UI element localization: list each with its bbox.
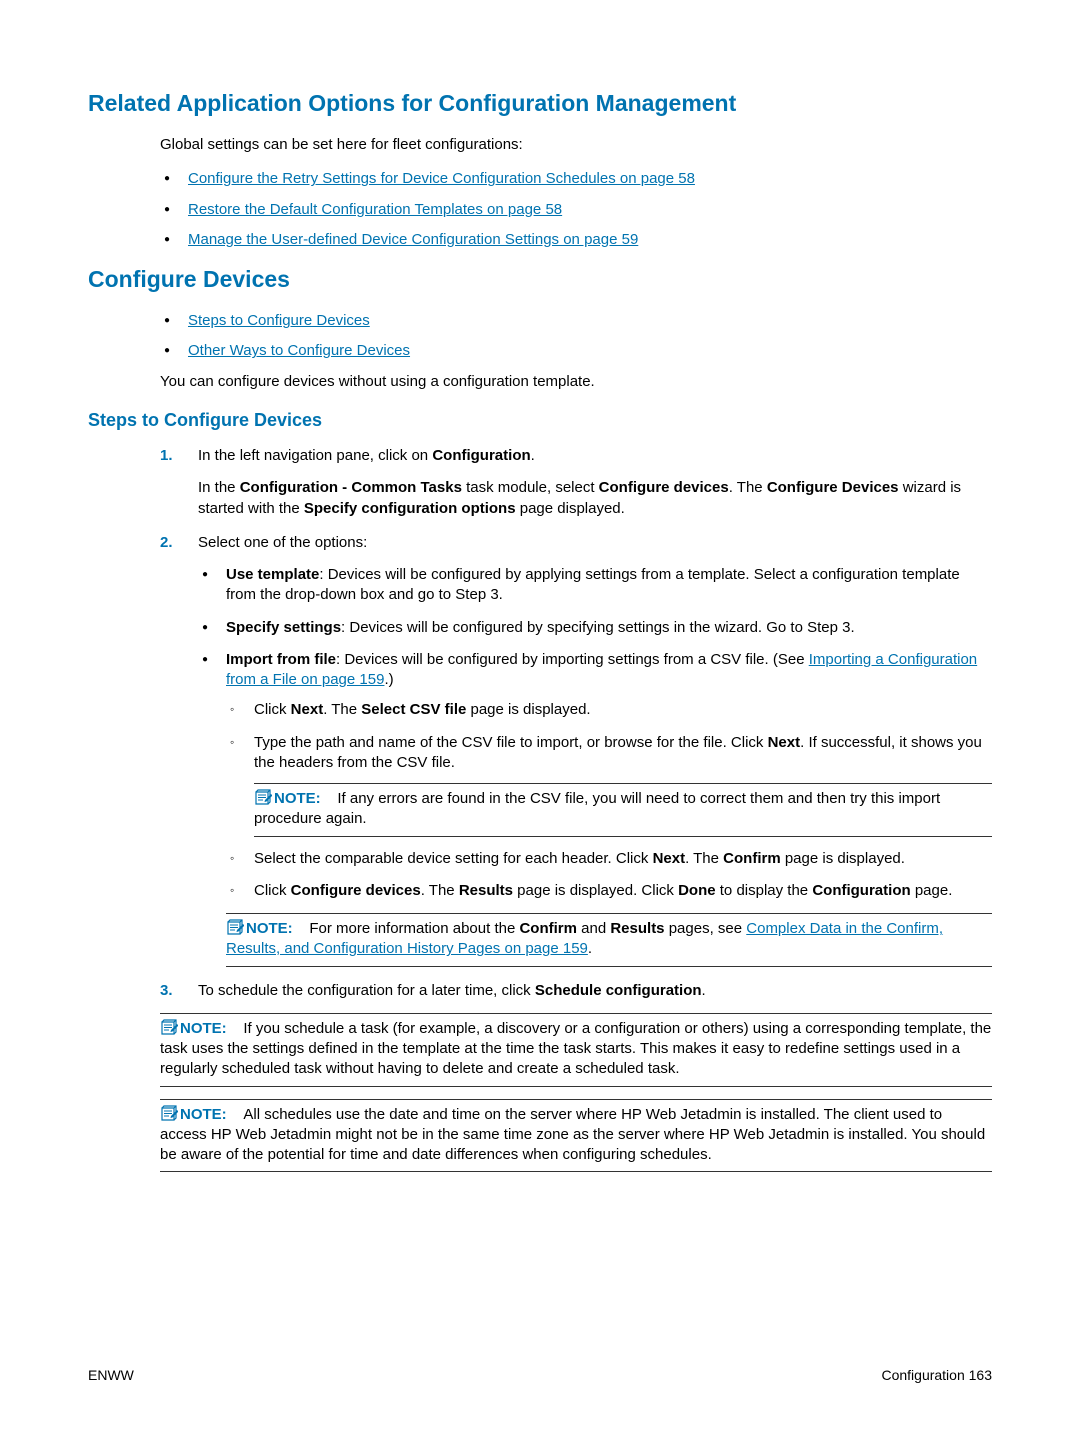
step2-options: Use template: Devices will be configured… (198, 565, 992, 967)
list-item: Manage the User-defined Device Configura… (160, 230, 992, 250)
section2-link-list: Steps to Configure Devices Other Ways to… (160, 311, 992, 362)
list-item: Configure the Retry Settings for Device … (160, 169, 992, 189)
heading-steps-to-configure: Steps to Configure Devices (88, 408, 992, 432)
note-confirm-results-info: NOTE: For more information about the Con… (226, 913, 992, 967)
substep-select-comparable: Select the comparable device setting for… (226, 849, 992, 869)
step-3: To schedule the configuration for a late… (160, 981, 992, 1173)
link-other-ways-to-configure[interactable]: Other Ways to Configure Devices (188, 342, 410, 359)
section3-body: In the left navigation pane, click on Co… (160, 446, 992, 1172)
note-csv-errors: NOTE: If any errors are found in the CSV… (254, 783, 992, 837)
heading-configure-devices: Configure Devices (88, 264, 992, 295)
substep-type-path: Type the path and name of the CSV file t… (226, 733, 992, 837)
step2-intro: Select one of the options: (198, 533, 992, 553)
list-item: Other Ways to Configure Devices (160, 341, 992, 361)
substep-select-csv: Click Next. The Select CSV file page is … (226, 700, 992, 720)
step1-p1: In the left navigation pane, click on Co… (198, 446, 992, 466)
step-1: In the left navigation pane, click on Co… (160, 446, 992, 519)
page-content: Related Application Options for Configur… (0, 0, 1080, 1226)
option-import-from-file: Import from file: Devices will be config… (198, 650, 992, 967)
note-icon (226, 919, 244, 935)
note-icon (160, 1019, 178, 1035)
footer-right: Configuration 163 (881, 1366, 992, 1385)
section2-para: You can configure devices without using … (160, 372, 992, 392)
link-manage-user-defined-settings[interactable]: Manage the User-defined Device Configura… (188, 231, 638, 248)
step-2: Select one of the options: Use template:… (160, 533, 992, 967)
step1-p2: In the Configuration - Common Tasks task… (198, 478, 992, 519)
link-steps-to-configure[interactable]: Steps to Configure Devices (188, 312, 370, 329)
note-schedule-task-template: NOTE: If you schedule a task (for exampl… (160, 1013, 992, 1087)
note-icon (160, 1105, 178, 1121)
section2-body: Steps to Configure Devices Other Ways to… (160, 311, 992, 392)
page-footer: ENWW Configuration 163 (88, 1366, 992, 1385)
option-specify-settings: Specify settings: Devices will be config… (198, 618, 992, 638)
option-use-template: Use template: Devices will be configured… (198, 565, 992, 606)
section1-link-list: Configure the Retry Settings for Device … (160, 169, 992, 250)
substep-click-configure: Click Configure devices. The Results pag… (226, 881, 992, 901)
steps-list: In the left navigation pane, click on Co… (160, 446, 992, 1172)
note-icon (254, 789, 272, 805)
link-retry-settings[interactable]: Configure the Retry Settings for Device … (188, 170, 695, 187)
import-substeps: Click Next. The Select CSV file page is … (226, 700, 992, 901)
section1-intro: Global settings can be set here for flee… (160, 135, 992, 155)
section1-body: Global settings can be set here for flee… (160, 135, 992, 250)
heading-related-app-options: Related Application Options for Configur… (88, 88, 992, 119)
list-item: Restore the Default Configuration Templa… (160, 200, 992, 220)
note-schedule-timezone: NOTE: All schedules use the date and tim… (160, 1099, 992, 1173)
footer-left: ENWW (88, 1366, 134, 1385)
list-item: Steps to Configure Devices (160, 311, 992, 331)
step3-p1: To schedule the configuration for a late… (198, 981, 992, 1001)
link-restore-default-templates[interactable]: Restore the Default Configuration Templa… (188, 201, 562, 218)
